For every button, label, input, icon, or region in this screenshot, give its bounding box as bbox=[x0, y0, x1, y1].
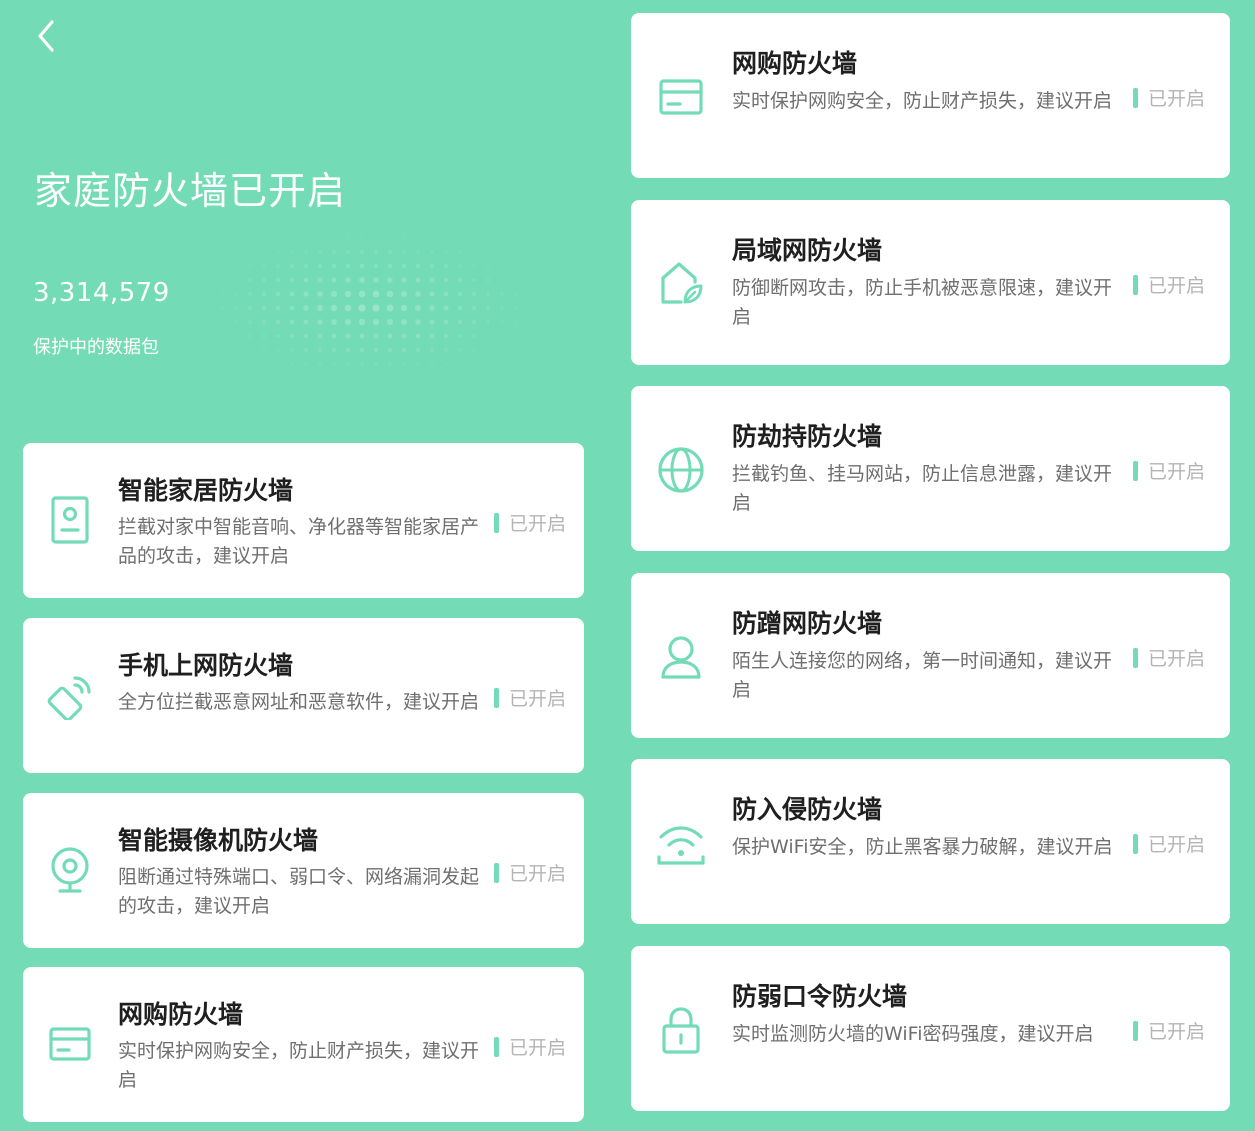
decorative-dots bbox=[206, 236, 532, 380]
card-description: 全方位拦截恶意网址和恶意软件，建议开启 bbox=[118, 691, 480, 713]
card-anti-hijack-firewall[interactable]: 防劫持防火墙 拦截钓鱼、挂马网站，防止信息泄露，建议开启 已开启 bbox=[631, 386, 1230, 551]
card-title: 防弱口令防火墙 bbox=[732, 982, 908, 1011]
card-description: 保护WiFi安全，防止黑客暴力破解，建议开启 bbox=[732, 836, 1113, 858]
card-shopping-firewall[interactable]: 网购防火墙 实时保护网购安全，防止财产损失，建议开启 已开启 bbox=[23, 967, 584, 1122]
status-badge: 已开启 bbox=[494, 859, 566, 886]
card-lan-firewall[interactable]: 局域网防火墙 防御断网攻击，防止手机被恶意限速，建议开启 已开启 bbox=[631, 200, 1230, 365]
status-text: 已开启 bbox=[509, 513, 567, 535]
packet-count: 3,314,579 bbox=[33, 278, 170, 308]
packet-count-label: 保护中的数据包 bbox=[33, 337, 159, 358]
status-text: 已开启 bbox=[1148, 88, 1206, 110]
status-text: 已开启 bbox=[509, 1037, 567, 1059]
card-title: 网购防火墙 bbox=[118, 1000, 244, 1029]
card-title: 智能摄像机防火墙 bbox=[118, 826, 319, 855]
user-icon bbox=[655, 631, 707, 683]
status-badge: 已开启 bbox=[1133, 271, 1205, 298]
card-description: 实时监测防火墙的WiFi密码强度，建议开启 bbox=[732, 1023, 1094, 1045]
card-title: 智能家居防火墙 bbox=[118, 476, 294, 505]
status-badge: 已开启 bbox=[1133, 457, 1205, 484]
globe-icon bbox=[655, 444, 707, 496]
credit-card-icon bbox=[47, 1019, 93, 1069]
home-leaf-icon bbox=[655, 258, 707, 310]
status-badge: 已开启 bbox=[1133, 830, 1205, 857]
card-description: 拦截钓鱼、挂马网站，防止信息泄露，建议开启 bbox=[732, 463, 1113, 514]
card-weak-password-firewall[interactable]: 防弱口令防火墙 实时监测防火墙的WiFi密码强度，建议开启 已开启 bbox=[631, 946, 1230, 1111]
card-title: 网购防火墙 bbox=[732, 49, 858, 78]
status-badge: 已开启 bbox=[1133, 1017, 1205, 1044]
status-text: 已开启 bbox=[1148, 648, 1206, 670]
status-text: 已开启 bbox=[509, 863, 567, 885]
card-description: 实时保护网购安全，防止财产损失，建议开启 bbox=[118, 1040, 480, 1091]
card-title: 防入侵防火墙 bbox=[732, 795, 883, 824]
card-description: 防御断网攻击，防止手机被恶意限速，建议开启 bbox=[732, 277, 1113, 328]
card-anti-intrusion-firewall[interactable]: 防入侵防火墙 保护WiFi安全，防止黑客暴力破解，建议开启 已开启 bbox=[631, 759, 1230, 924]
card-title: 防蹭网防火墙 bbox=[732, 609, 883, 638]
card-title: 手机上网防火墙 bbox=[118, 651, 294, 680]
card-description: 陌生人连接您的网络，第一时间通知，建议开启 bbox=[732, 650, 1113, 701]
page-title: 家庭防火墙已开启 bbox=[34, 169, 347, 213]
card-mobile-firewall[interactable]: 手机上网防火墙 全方位拦截恶意网址和恶意软件，建议开启 已开启 bbox=[23, 618, 584, 773]
card-camera-firewall[interactable]: 智能摄像机防火墙 阻断通过特殊端口、弱口令、网络漏洞发起的攻击，建议开启 已开启 bbox=[23, 793, 584, 948]
wifi-icon bbox=[655, 817, 707, 869]
back-button[interactable] bbox=[28, 16, 68, 56]
camera-icon bbox=[47, 845, 93, 895]
status-text: 已开启 bbox=[1148, 834, 1206, 856]
credit-card-icon bbox=[655, 71, 707, 123]
card-description: 阻断通过特殊端口、弱口令、网络漏洞发起的攻击，建议开启 bbox=[118, 866, 480, 917]
card-shopping-firewall[interactable]: 网购防火墙 实时保护网购安全，防止财产损失，建议开启 已开启 bbox=[631, 13, 1230, 178]
mobile-signal-icon bbox=[47, 670, 93, 722]
status-badge: 已开启 bbox=[494, 509, 566, 536]
card-description: 拦截对家中智能音响、净化器等智能家居产品的攻击，建议开启 bbox=[118, 516, 480, 567]
card-smart-home-firewall[interactable]: 智能家居防火墙 拦截对家中智能音响、净化器等智能家居产品的攻击，建议开启 已开启 bbox=[23, 443, 584, 598]
status-text: 已开启 bbox=[1148, 1021, 1206, 1043]
chevron-left-icon bbox=[38, 20, 54, 52]
card-title: 防劫持防火墙 bbox=[732, 422, 883, 451]
status-text: 已开启 bbox=[1148, 461, 1206, 483]
lock-icon bbox=[655, 1004, 707, 1056]
card-title: 局域网防火墙 bbox=[732, 236, 883, 265]
status-text: 已开启 bbox=[1148, 275, 1206, 297]
smart-home-icon bbox=[47, 495, 93, 545]
card-description: 实时保护网购安全，防止财产损失，建议开启 bbox=[732, 90, 1113, 112]
status-badge: 已开启 bbox=[1133, 84, 1205, 111]
status-text: 已开启 bbox=[509, 688, 567, 710]
card-anti-freeloader-firewall[interactable]: 防蹭网防火墙 陌生人连接您的网络，第一时间通知，建议开启 已开启 bbox=[631, 573, 1230, 738]
status-badge: 已开启 bbox=[494, 1033, 566, 1060]
status-badge: 已开启 bbox=[494, 684, 566, 711]
status-badge: 已开启 bbox=[1133, 644, 1205, 671]
